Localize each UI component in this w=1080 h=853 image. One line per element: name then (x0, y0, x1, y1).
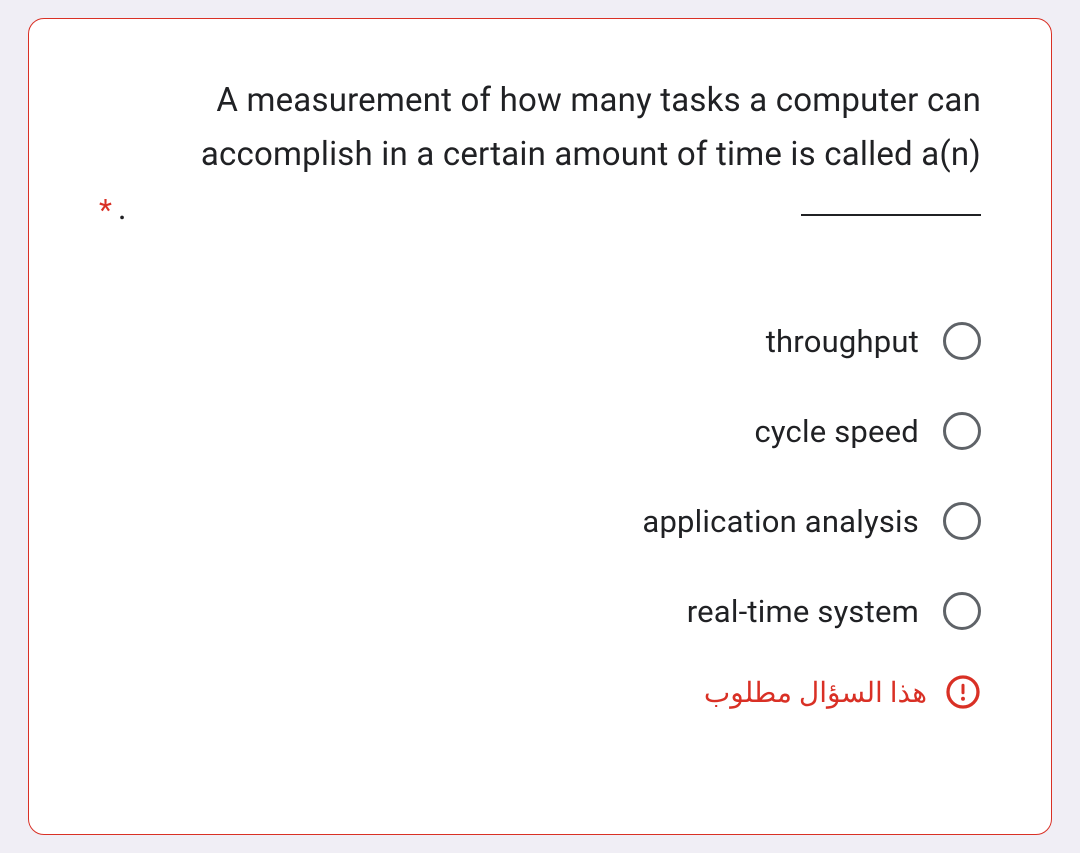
radio-icon (943, 322, 981, 360)
option-throughput[interactable]: throughput (99, 322, 981, 360)
option-label: real-time system (687, 593, 919, 630)
option-cycle-speed[interactable]: cycle speed (99, 412, 981, 450)
error-icon (945, 674, 981, 710)
option-label: throughput (766, 323, 919, 360)
question-card: A measurement of how many tasks a comput… (28, 18, 1052, 835)
question-row: A measurement of how many tasks a comput… (99, 74, 981, 242)
option-application-analysis[interactable]: application analysis (99, 502, 981, 540)
error-row: هذا السؤال مطلوب (99, 674, 981, 710)
question-text-content: A measurement of how many tasks a comput… (201, 81, 981, 174)
radio-icon (943, 412, 981, 450)
radio-icon (943, 592, 981, 630)
option-real-time-system[interactable]: real-time system (99, 592, 981, 630)
required-asterisk: * (99, 193, 112, 228)
question-text: A measurement of how many tasks a comput… (139, 74, 981, 237)
radio-icon (943, 502, 981, 540)
question-period: . (118, 189, 127, 228)
required-wrap: * . (99, 74, 127, 242)
error-text: هذا السؤال مطلوب (704, 676, 927, 709)
option-label: application analysis (642, 503, 919, 540)
option-label: cycle speed (754, 413, 919, 450)
blank-line (801, 214, 981, 216)
options-group: throughput cycle speed application analy… (99, 322, 981, 630)
